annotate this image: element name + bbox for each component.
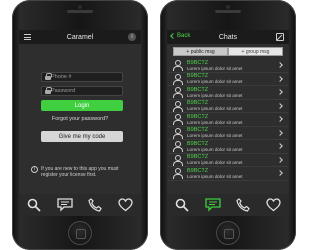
mockup-scene: Caramel i Login Forgot your password? Gi… xyxy=(0,0,300,250)
chat-row[interactable]: B9BCTZ Lorem ipsum dolor sit amet xyxy=(167,59,289,73)
chevron-right-icon xyxy=(277,89,283,96)
search-icon xyxy=(27,198,41,212)
chat-row[interactable]: B9BCTZ Lorem ipsum dolor sit amet xyxy=(167,73,289,86)
phone-icon xyxy=(236,198,251,212)
chat-preview: Lorem ipsum dolor sit amet xyxy=(187,65,243,71)
heart-icon xyxy=(118,198,133,212)
user-avatar-icon xyxy=(172,127,183,139)
tab-favorites[interactable] xyxy=(263,196,285,214)
chevron-right-icon xyxy=(277,116,283,123)
user-avatar-icon xyxy=(172,73,183,85)
login-form: Login Forgot your password? Give me my c… xyxy=(19,44,141,142)
phone-input[interactable] xyxy=(51,74,122,80)
menu-icon[interactable] xyxy=(24,34,31,40)
back-button[interactable]: Back xyxy=(170,33,191,39)
user-avatar-icon xyxy=(172,141,183,153)
chevron-right-icon xyxy=(277,129,283,136)
chat-bubble-icon xyxy=(205,198,221,212)
speaker xyxy=(67,10,93,13)
tab-phone[interactable] xyxy=(84,196,106,214)
login-button[interactable]: Login xyxy=(41,100,123,111)
search-icon xyxy=(175,198,189,212)
tab-favorites[interactable] xyxy=(115,196,137,214)
back-label: Back xyxy=(177,33,191,39)
chevron-right-icon xyxy=(277,156,283,163)
camera xyxy=(226,5,230,9)
notice-text: If you are new to this app you must regi… xyxy=(41,166,119,178)
chat-row[interactable]: B9BCTZ Lorem ipsum dolor sit amet xyxy=(167,86,289,100)
chevron-right-icon xyxy=(277,62,283,69)
chevron-right-icon xyxy=(277,102,283,109)
chat-row[interactable]: B9BCTZ Lorem ipsum dolor sit amet xyxy=(167,127,289,140)
user-avatar-icon xyxy=(172,100,183,112)
chat-preview: Lorem ipsum dolor sit amet xyxy=(187,106,243,111)
phone-icon xyxy=(88,198,103,212)
chat-preview: Lorem ipsum dolor sit amet xyxy=(187,92,243,98)
info-circle-icon: i xyxy=(31,166,38,173)
chats-title: Chats xyxy=(218,33,238,41)
chevron-right-icon xyxy=(277,143,283,150)
chat-preview: Lorem ipsum dolor sit amet xyxy=(187,146,243,152)
chat-row[interactable]: B9BCTZ Lorem ipsum dolor sit amet xyxy=(167,154,289,167)
tab-search[interactable] xyxy=(23,196,45,214)
login-screen: Caramel i Login Forgot your password? Gi… xyxy=(19,30,141,216)
chat-row[interactable]: B9BCTZ Lorem ipsum dolor sit amet xyxy=(167,100,289,113)
chat-row[interactable]: B9BCTZ Lorem ipsum dolor sit amet xyxy=(167,113,289,127)
forgot-password-link[interactable]: Forgot your password? xyxy=(31,116,129,122)
chevron-left-icon xyxy=(170,33,176,39)
tab-public-msg[interactable]: + public msg xyxy=(173,47,228,56)
phone-right: Back Chats + public msg + group msg B9BC… xyxy=(160,0,296,250)
tab-chat[interactable] xyxy=(54,196,76,214)
tab-chat[interactable] xyxy=(202,196,224,214)
chat-row[interactable]: B9BCTZ Lorem ipsum dolor sit amet xyxy=(167,140,289,154)
user-avatar-icon xyxy=(172,154,183,166)
chats-screen: Back Chats + public msg + group msg B9BC… xyxy=(167,30,289,216)
user-avatar-icon xyxy=(172,168,183,180)
home-button[interactable] xyxy=(216,221,240,245)
chats-top-bar: Back Chats xyxy=(167,30,289,44)
message-type-switch: + public msg + group msg xyxy=(173,47,283,56)
chat-preview: Lorem ipsum dolor sit amet xyxy=(187,119,243,125)
user-avatar-icon xyxy=(172,114,183,126)
chevron-right-icon xyxy=(277,75,283,82)
info-icon[interactable]: i xyxy=(128,33,136,41)
user-avatar-icon xyxy=(172,87,183,99)
chat-preview: Lorem ipsum dolor sit amet xyxy=(187,79,243,84)
chat-row[interactable]: B9BCTZ Lorem ipsum dolor sit amet xyxy=(167,167,289,181)
give-code-button[interactable]: Give me my code xyxy=(41,131,123,142)
password-field-wrap xyxy=(41,86,123,96)
phone-field-wrap xyxy=(41,72,123,82)
camera xyxy=(78,5,82,9)
phone-left: Caramel i Login Forgot your password? Gi… xyxy=(12,0,148,250)
tab-bar xyxy=(167,194,289,216)
chat-preview: Lorem ipsum dolor sit amet xyxy=(187,133,243,138)
home-button[interactable] xyxy=(68,221,92,245)
lock-icon xyxy=(44,87,52,95)
chat-preview: Lorem ipsum dolor sit amet xyxy=(187,160,243,165)
tab-search[interactable] xyxy=(171,196,193,214)
lock-icon xyxy=(44,73,52,81)
tab-bar xyxy=(19,194,141,216)
tab-group-msg[interactable]: + group msg xyxy=(228,47,283,56)
speaker xyxy=(215,10,241,13)
password-input[interactable] xyxy=(51,88,122,94)
app-title: Caramel xyxy=(66,33,94,41)
login-top-bar: Caramel i xyxy=(19,30,141,44)
compose-icon[interactable] xyxy=(276,33,284,41)
chevron-right-icon xyxy=(277,170,283,177)
tab-phone[interactable] xyxy=(232,196,254,214)
chat-list: B9BCTZ Lorem ipsum dolor sit amet B9BCTZ L… xyxy=(167,59,289,181)
register-notice: i If you are new to this app you must re… xyxy=(31,166,135,178)
heart-icon xyxy=(266,198,281,212)
user-avatar-icon xyxy=(172,60,183,72)
chat-bubble-icon xyxy=(57,198,73,212)
chat-preview: Lorem ipsum dolor sit amet xyxy=(187,173,243,179)
